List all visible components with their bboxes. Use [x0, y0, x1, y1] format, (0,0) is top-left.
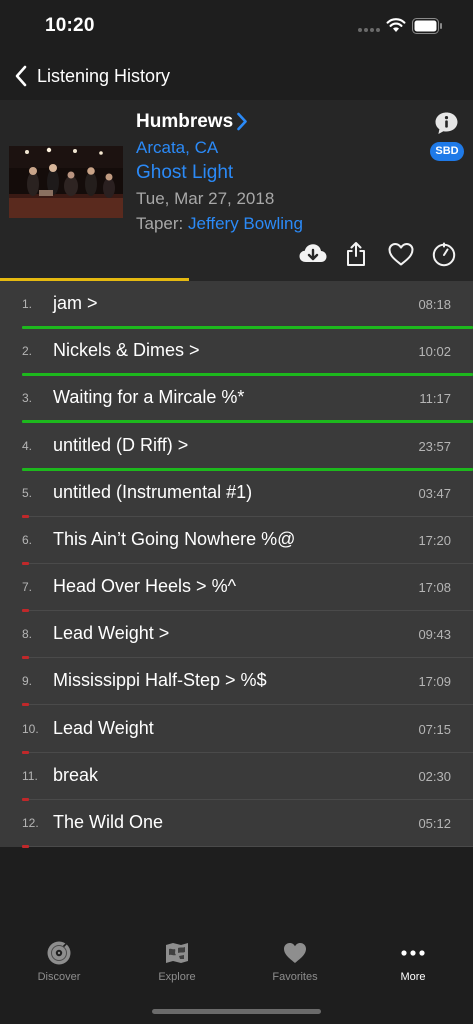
record-disc-icon: [47, 941, 71, 965]
source-badge: SBD: [430, 142, 464, 161]
track-number: 7.: [22, 580, 33, 595]
show-taper: Taper: Jeffery Bowling: [136, 214, 303, 234]
track-row[interactable]: 6. This Ain’t Going Nowhere %@ 17:20: [0, 517, 473, 565]
track-list: 1. jam > 08:18 2. Nickels & Dimes > 10:02 3. Wa…: [0, 281, 473, 848]
track-number: 11.: [22, 768, 38, 783]
track-row[interactable]: 1. jam > 08:18: [0, 281, 473, 329]
track-number: 12.: [22, 815, 39, 830]
show-date: Tue, Mar 27, 2018: [136, 189, 275, 208]
track-duration: 23:57: [418, 438, 451, 454]
track-number: 8.: [22, 627, 33, 642]
tab-favorites-label: Favorites: [272, 971, 318, 983]
track-row[interactable]: 11. break 02:30: [0, 753, 473, 801]
home-indicator: [152, 1009, 321, 1014]
track-row[interactable]: 8. Lead Weight > 09:43: [0, 611, 473, 660]
track-title: Head Over Heels > %^: [53, 576, 237, 597]
track-number: 1.: [22, 297, 33, 311]
cloud-download-icon[interactable]: [298, 241, 328, 267]
show-venue-link[interactable]: Ghost Light: [136, 162, 233, 184]
battery-icon: [412, 18, 442, 34]
tab-discover[interactable]: Discover: [14, 940, 104, 990]
back-button[interactable]: Listening History: [37, 66, 170, 87]
track-title: untitled (D Riff) >: [53, 434, 189, 455]
map-icon: [166, 943, 188, 963]
track-title: Lead Weight: [53, 717, 154, 738]
status-time: 10:20: [45, 15, 95, 36]
tab-more-label: More: [400, 971, 426, 983]
track-row[interactable]: 4. untitled (D Riff) > 23:57: [0, 423, 473, 471]
track-row[interactable]: 10. Lead Weight 07:15: [0, 706, 473, 754]
track-number: 2.: [22, 344, 33, 359]
ellipsis-icon: [401, 950, 425, 956]
taper-name-link[interactable]: Jeffery Bowling: [188, 214, 303, 233]
track-duration: 08:18: [418, 297, 451, 312]
track-duration: 03:47: [418, 485, 451, 501]
track-title: Lead Weight >: [53, 623, 170, 644]
track-duration: 07:15: [418, 721, 451, 737]
share-icon[interactable]: [344, 241, 368, 267]
show-actions: [0, 241, 473, 269]
track-title: This Ain’t Going Nowhere %@: [53, 528, 296, 549]
nav-bar: Listening History: [0, 54, 473, 100]
track-duration: 17:08: [418, 580, 451, 596]
track-number: 3.: [22, 391, 33, 406]
tab-more[interactable]: More: [368, 940, 458, 990]
track-number: 10.: [22, 721, 39, 736]
track-played-progress: [22, 844, 29, 848]
heart-outline-icon[interactable]: [387, 241, 415, 267]
tab-explore[interactable]: Explore: [132, 940, 222, 990]
track-row[interactable]: 5. untitled (Instrumental #1) 03:47: [0, 470, 473, 518]
cellular-signal-icon: [358, 28, 380, 32]
row-divider: [22, 845, 473, 847]
track-row[interactable]: 3. Waiting for a Mircale %* 11:17: [0, 375, 473, 424]
artist-name-link[interactable]: Humbrews: [136, 111, 233, 133]
track-row[interactable]: 7. Head Over Heels > %^ 17:08: [0, 564, 473, 613]
track-duration: 05:12: [418, 815, 451, 831]
chevron-right-icon[interactable]: [236, 112, 248, 131]
track-duration: 17:09: [418, 674, 451, 690]
track-title: Mississippi Half-Step > %$: [53, 670, 267, 691]
back-chevron-icon[interactable]: [14, 65, 28, 87]
info-icon[interactable]: [434, 111, 459, 136]
tab-favorites[interactable]: Favorites: [250, 940, 340, 990]
track-number: 9.: [22, 674, 33, 689]
track-row[interactable]: 12. The Wild One 05:12: [0, 800, 473, 848]
track-title: The Wild One: [53, 811, 164, 832]
track-row[interactable]: 2. Nickels & Dimes > 10:02: [0, 328, 473, 377]
track-number: 6.: [22, 532, 33, 547]
track-title: untitled (Instrumental #1): [53, 481, 253, 502]
track-duration: 17:20: [418, 532, 451, 548]
track-title: break: [53, 764, 99, 785]
track-number: 5.: [22, 485, 33, 500]
track-duration: 09:43: [418, 627, 451, 643]
track-title: jam >: [53, 293, 98, 313]
wifi-icon: [386, 18, 406, 32]
track-title: Nickels & Dimes >: [53, 340, 200, 361]
status-bar: 10:20: [0, 0, 473, 54]
track-duration: 10:02: [418, 344, 451, 360]
show-header: Humbrews Arcata, CA Ghost Light Tue, Mar…: [0, 100, 473, 281]
track-duration: 02:30: [418, 768, 451, 784]
track-number: 4.: [22, 438, 33, 453]
track-duration: 11:17: [419, 391, 451, 407]
track-title: Waiting for a Mircale %*: [53, 387, 245, 408]
show-location-link[interactable]: Arcata, CA: [136, 138, 218, 158]
tab-explore-label: Explore: [158, 971, 196, 983]
taper-label: Taper:: [136, 214, 188, 233]
sleep-timer-icon[interactable]: [431, 241, 457, 267]
track-row[interactable]: 9. Mississippi Half-Step > %$ 17:09: [0, 658, 473, 707]
heart-icon: [284, 943, 306, 963]
show-artwork-image: [9, 146, 123, 218]
tab-discover-label: Discover: [37, 971, 81, 983]
